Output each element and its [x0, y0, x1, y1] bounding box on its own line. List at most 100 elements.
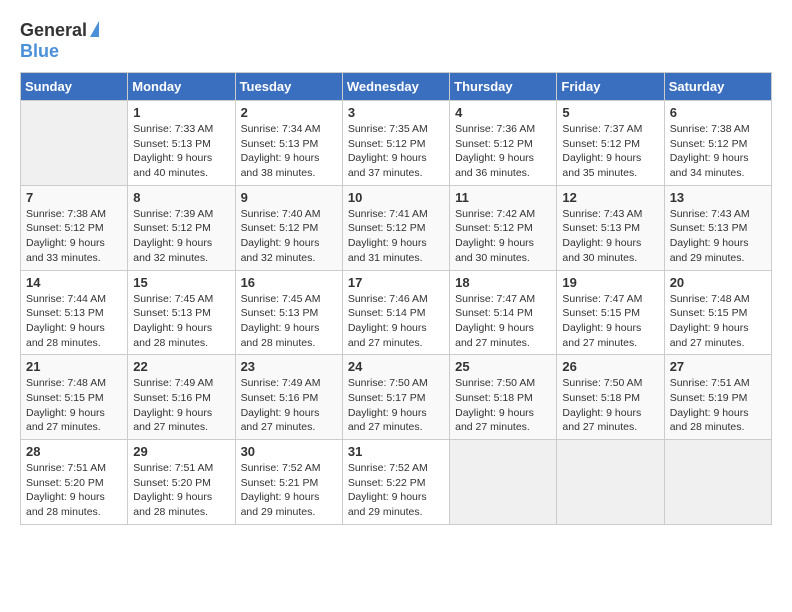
- day-number: 7: [26, 190, 122, 205]
- day-number: 21: [26, 359, 122, 374]
- day-number: 31: [348, 444, 444, 459]
- header-tuesday: Tuesday: [235, 73, 342, 101]
- calendar-cell: 8 Sunrise: 7:39 AMSunset: 5:12 PMDaylight…: [128, 185, 235, 270]
- daylight-text: Daylight: 9 hours and 33 minutes.: [26, 236, 122, 265]
- sunrise-text: Sunrise: 7:50 AM: [562, 376, 658, 391]
- sunset-text: Sunset: 5:14 PM: [455, 306, 551, 321]
- sunset-text: Sunset: 5:18 PM: [562, 391, 658, 406]
- calendar-cell: 1Sunrise: 7:33 AMSunset: 5:13 PMDaylight…: [128, 101, 235, 186]
- sunrise-text: Sunrise: 7:51 AM: [26, 461, 122, 476]
- day-number: 3: [348, 105, 444, 120]
- sunrise-text: Sunrise: 7:48 AM: [670, 292, 766, 307]
- logo: General Blue: [20, 20, 99, 62]
- sunset-text: Sunset: 5:15 PM: [670, 306, 766, 321]
- sunrise-text: Sunrise: 7:51 AM: [670, 376, 766, 391]
- day-number: 27: [670, 359, 766, 374]
- cell-content: Sunrise: 7:50 AMSunset: 5:18 PMDaylight:…: [562, 376, 658, 435]
- header-friday: Friday: [557, 73, 664, 101]
- daylight-text: Daylight: 9 hours and 28 minutes.: [241, 321, 337, 350]
- sunset-text: Sunset: 5:17 PM: [348, 391, 444, 406]
- sunset-text: Sunset: 5:20 PM: [26, 476, 122, 491]
- sunrise-text: Sunrise: 7:43 AM: [562, 207, 658, 222]
- daylight-text: Daylight: 9 hours and 40 minutes.: [133, 151, 229, 180]
- calendar-cell: 3 Sunrise: 7:35 AMSunset: 5:12 PMDaylight…: [342, 101, 449, 186]
- calendar-cell: [664, 440, 771, 525]
- sunrise-text: Sunrise: 7:47 AM: [562, 292, 658, 307]
- cell-content: Sunrise: 7:40 AMSunset: 5:12 PMDaylight:…: [241, 207, 337, 266]
- sunset-text: Sunset: 5:13 PM: [562, 221, 658, 236]
- calendar-cell: 12Sunrise: 7:43 AMSunset: 5:13 PMDayligh…: [557, 185, 664, 270]
- sunset-text: Sunset: 5:12 PM: [455, 221, 551, 236]
- header-sunday: Sunday: [21, 73, 128, 101]
- sunset-text: Sunset: 5:12 PM: [562, 137, 658, 152]
- cell-content: Sunrise: 7:42 AMSunset: 5:12 PMDaylight:…: [455, 207, 551, 266]
- day-number: 5: [562, 105, 658, 120]
- calendar-cell: 25Sunrise: 7:50 AMSunset: 5:18 PMDayligh…: [450, 355, 557, 440]
- sunrise-text: Sunrise: 7:45 AM: [133, 292, 229, 307]
- day-number: 8: [133, 190, 229, 205]
- sunset-text: Sunset: 5:12 PM: [26, 221, 122, 236]
- sunrise-text: Sunrise: 7:48 AM: [26, 376, 122, 391]
- sunrise-text: Sunrise: 7:38 AM: [670, 122, 766, 137]
- sunrise-text: Sunrise: 7:52 AM: [241, 461, 337, 476]
- header-row: SundayMondayTuesdayWednesdayThursdayFrid…: [21, 73, 772, 101]
- sunset-text: Sunset: 5:16 PM: [241, 391, 337, 406]
- sunrise-text: Sunrise: 7:40 AM: [241, 207, 337, 222]
- daylight-text: Daylight: 9 hours and 28 minutes.: [133, 321, 229, 350]
- sunset-text: Sunset: 5:19 PM: [670, 391, 766, 406]
- daylight-text: Daylight: 9 hours and 32 minutes.: [133, 236, 229, 265]
- daylight-text: Daylight: 9 hours and 27 minutes.: [455, 406, 551, 435]
- sunrise-text: Sunrise: 7:52 AM: [348, 461, 444, 476]
- sunrise-text: Sunrise: 7:44 AM: [26, 292, 122, 307]
- sunset-text: Sunset: 5:13 PM: [241, 306, 337, 321]
- sunrise-text: Sunrise: 7:49 AM: [241, 376, 337, 391]
- header-wednesday: Wednesday: [342, 73, 449, 101]
- daylight-text: Daylight: 9 hours and 27 minutes.: [133, 406, 229, 435]
- daylight-text: Daylight: 9 hours and 27 minutes.: [455, 321, 551, 350]
- calendar-cell: 22Sunrise: 7:49 AMSunset: 5:16 PMDayligh…: [128, 355, 235, 440]
- cell-content: Sunrise: 7:45 AMSunset: 5:13 PMDaylight:…: [133, 292, 229, 351]
- calendar-cell: 17Sunrise: 7:46 AMSunset: 5:14 PMDayligh…: [342, 270, 449, 355]
- daylight-text: Daylight: 9 hours and 28 minutes.: [26, 321, 122, 350]
- sunrise-text: Sunrise: 7:50 AM: [455, 376, 551, 391]
- day-number: 28: [26, 444, 122, 459]
- calendar-cell: 9Sunrise: 7:40 AMSunset: 5:12 PMDaylight…: [235, 185, 342, 270]
- cell-content: Sunrise: 7:47 AMSunset: 5:14 PMDaylight:…: [455, 292, 551, 351]
- calendar-cell: 14Sunrise: 7:44 AMSunset: 5:13 PMDayligh…: [21, 270, 128, 355]
- day-number: 26: [562, 359, 658, 374]
- sunrise-text: Sunrise: 7:34 AM: [241, 122, 337, 137]
- day-number: 6: [670, 105, 766, 120]
- sunrise-text: Sunrise: 7:49 AM: [133, 376, 229, 391]
- day-number: 10: [348, 190, 444, 205]
- day-number: 30: [241, 444, 337, 459]
- daylight-text: Daylight: 9 hours and 30 minutes.: [562, 236, 658, 265]
- sunset-text: Sunset: 5:12 PM: [241, 221, 337, 236]
- daylight-text: Daylight: 9 hours and 27 minutes.: [562, 406, 658, 435]
- week-row-1: 1Sunrise: 7:33 AMSunset: 5:13 PMDaylight…: [21, 101, 772, 186]
- cell-content: Sunrise: 7:43 AMSunset: 5:13 PMDaylight:…: [670, 207, 766, 266]
- sunset-text: Sunset: 5:12 PM: [670, 137, 766, 152]
- day-number: 25: [455, 359, 551, 374]
- daylight-text: Daylight: 9 hours and 27 minutes.: [241, 406, 337, 435]
- sunrise-text: Sunrise: 7:36 AM: [455, 122, 551, 137]
- sunrise-text: Sunrise: 7:38 AM: [26, 207, 122, 222]
- calendar-cell: 4Sunrise: 7:36 AMSunset: 5:12 PMDaylight…: [450, 101, 557, 186]
- day-number: 1: [133, 105, 229, 120]
- calendar-cell: 10Sunrise: 7:41 AMSunset: 5:12 PMDayligh…: [342, 185, 449, 270]
- daylight-text: Daylight: 9 hours and 37 minutes.: [348, 151, 444, 180]
- cell-content: Sunrise: 7:51 AMSunset: 5:20 PMDaylight:…: [133, 461, 229, 520]
- logo-general-text: General: [20, 20, 87, 41]
- day-number: 19: [562, 275, 658, 290]
- sunset-text: Sunset: 5:15 PM: [26, 391, 122, 406]
- cell-content: Sunrise: 7:48 AMSunset: 5:15 PMDaylight:…: [670, 292, 766, 351]
- sunrise-text: Sunrise: 7:51 AM: [133, 461, 229, 476]
- cell-content: Sunrise: 7:45 AMSunset: 5:13 PMDaylight:…: [241, 292, 337, 351]
- cell-content: Sunrise: 7:39 AMSunset: 5:12 PMDaylight:…: [133, 207, 229, 266]
- cell-content: Sunrise: 7:44 AMSunset: 5:13 PMDaylight:…: [26, 292, 122, 351]
- cell-content: Sunrise: 7:49 AMSunset: 5:16 PMDaylight:…: [241, 376, 337, 435]
- day-number: 24: [348, 359, 444, 374]
- cell-content: Sunrise: 7:35 AMSunset: 5:12 PMDaylight:…: [348, 122, 444, 181]
- daylight-text: Daylight: 9 hours and 36 minutes.: [455, 151, 551, 180]
- daylight-text: Daylight: 9 hours and 29 minutes.: [670, 236, 766, 265]
- daylight-text: Daylight: 9 hours and 30 minutes.: [455, 236, 551, 265]
